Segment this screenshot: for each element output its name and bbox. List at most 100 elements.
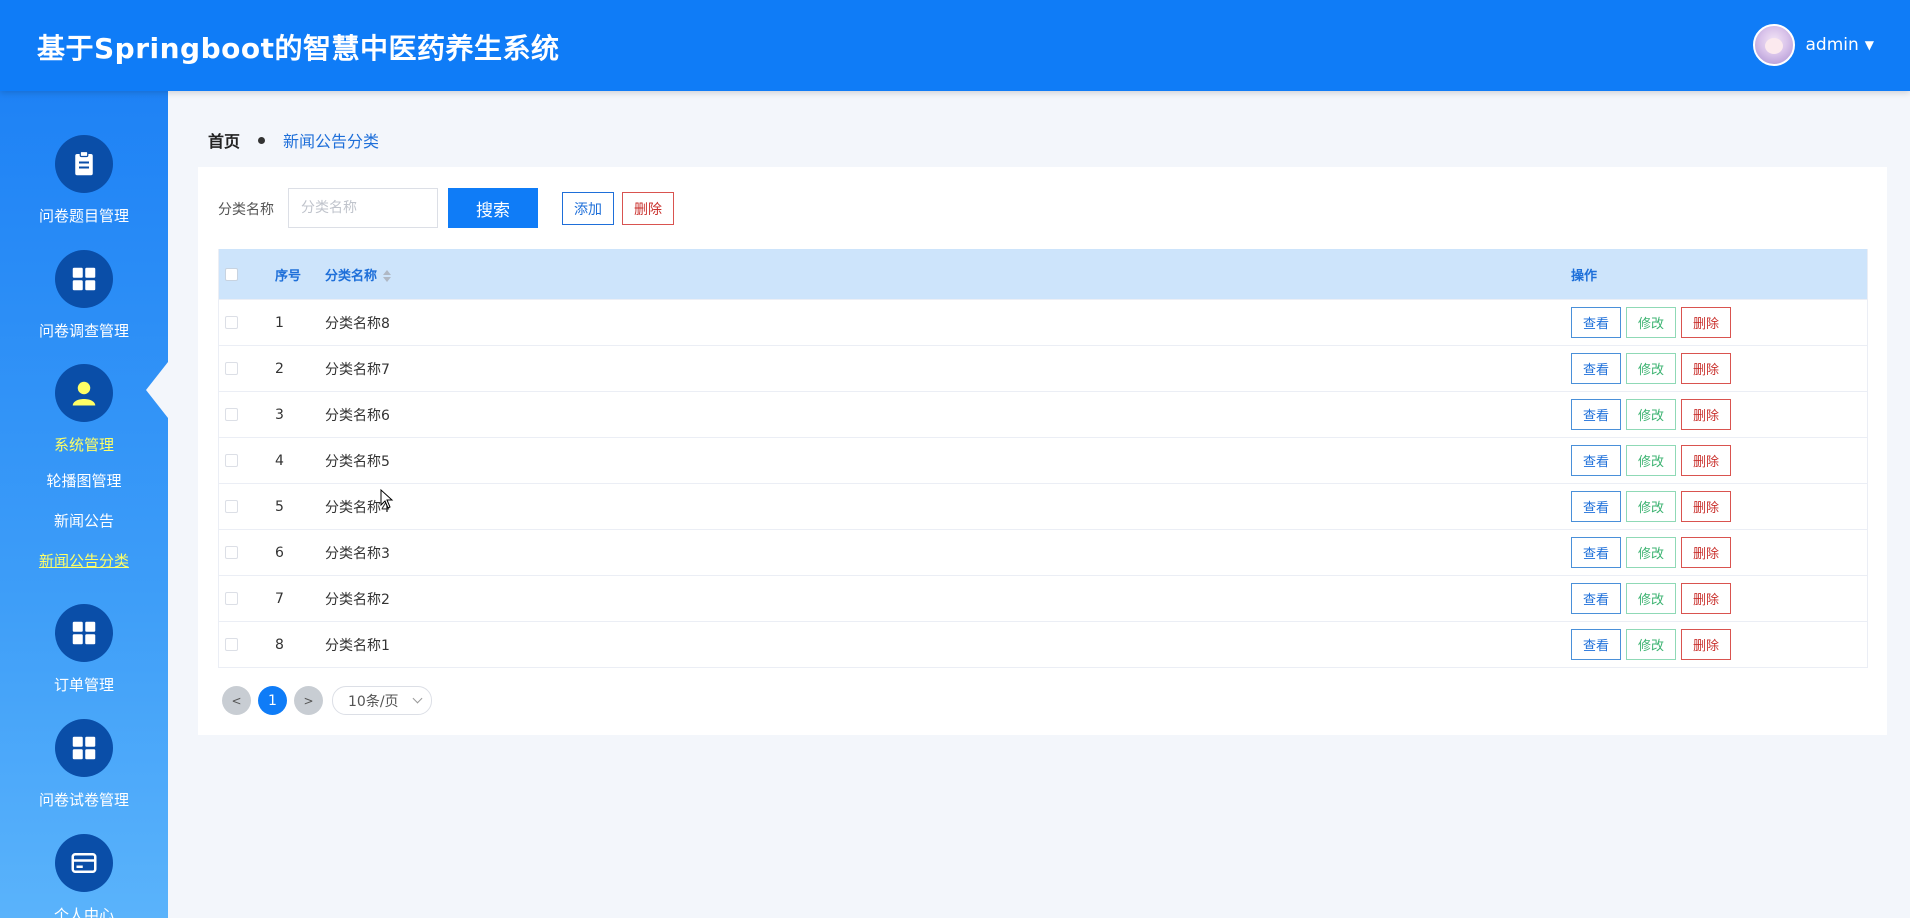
sort-icon[interactable] [383,270,392,282]
row-name: 分类名称8 [325,315,390,332]
row-checkbox[interactable] [225,316,238,329]
search-input[interactable] [288,188,438,228]
row-actions: 查看 修改 删除 [1571,583,1731,614]
delete-button[interactable]: 删除 [1681,629,1731,660]
row-checkbox[interactable] [225,592,238,605]
view-button[interactable]: 查看 [1571,629,1621,660]
sidebar-item-label: 问卷题目管理 [38,207,129,225]
row-checkbox[interactable] [225,408,238,421]
row-index: 8 [275,636,284,653]
row-index: 3 [275,406,284,423]
delete-button[interactable]: 删除 [1681,583,1731,614]
row-index: 5 [275,498,284,515]
search-label: 分类名称 [218,202,274,218]
row-checkbox[interactable] [225,500,238,513]
sidebar-item-label: 个人中心 [53,906,114,918]
edit-button[interactable]: 修改 [1626,537,1676,568]
delete-button[interactable]: 删除 [1681,537,1731,568]
delete-button[interactable]: 删除 [1681,399,1731,430]
row-actions: 查看 修改 删除 [1571,307,1731,338]
table-row: 6 分类名称3 查看 修改 删除 [219,529,1867,575]
next-page-button[interactable]: > [294,686,323,715]
avatar[interactable] [1753,24,1796,66]
sidebar-subitem-news[interactable]: 新闻公告 [0,510,168,531]
sidebar-subitem-news-category[interactable]: 新闻公告分类 [0,550,168,571]
top-header: 基于Springboot的智慧中医药养生系统 admin ▼ [0,0,1910,91]
page-number-button[interactable]: 1 [258,686,287,715]
grid-icon [55,250,113,308]
row-index: 6 [275,544,284,561]
sidebar-item-label: 订单管理 [53,676,114,694]
delete-button[interactable]: 删除 [1681,445,1731,476]
view-button[interactable]: 查看 [1571,445,1621,476]
row-checkbox[interactable] [225,546,238,559]
delete-button[interactable]: 删除 [1681,307,1731,338]
breadcrumb-separator [258,136,266,144]
view-button[interactable]: 查看 [1571,307,1621,338]
caret-down-icon[interactable]: ▼ [1865,38,1874,52]
edit-button[interactable]: 修改 [1626,491,1676,522]
header-name-label: 分类名称 [325,268,378,284]
row-index: 4 [275,452,284,469]
breadcrumb-current: 新闻公告分类 [283,132,380,151]
user-menu[interactable]: admin ▼ [1753,24,1874,66]
view-button[interactable]: 查看 [1571,491,1621,522]
search-button[interactable]: 搜索 [448,188,538,228]
page-size-label: 10条/页 [348,693,399,710]
sidebar: 问卷题目管理 问卷调查管理 系统管理 轮播图管理 新闻公告 新闻公告分类 订单管… [0,91,168,918]
row-checkbox[interactable] [225,638,238,651]
sidebar-item-questionnaire-topics[interactable]: 问卷题目管理 [0,135,168,226]
row-actions: 查看 修改 删除 [1571,629,1731,660]
table-row: 8 分类名称1 查看 修改 删除 [219,621,1867,667]
grid-icon [55,604,113,662]
pagination: < 1 > 10条/页 [222,686,432,715]
sidebar-item-orders[interactable]: 订单管理 [0,604,168,695]
row-index: 2 [275,360,284,377]
row-checkbox[interactable] [225,454,238,467]
sidebar-item-exam-papers[interactable]: 问卷试卷管理 [0,719,168,810]
row-name: 分类名称2 [325,591,390,608]
view-button[interactable]: 查看 [1571,537,1621,568]
table-row: 3 分类名称6 查看 修改 删除 [219,391,1867,437]
prev-page-button[interactable]: < [222,686,251,715]
row-actions: 查看 修改 删除 [1571,491,1731,522]
sidebar-item-system-management[interactable]: 系统管理 [0,364,168,455]
header-name[interactable]: 分类名称 [325,265,392,284]
view-button[interactable]: 查看 [1571,583,1621,614]
edit-button[interactable]: 修改 [1626,445,1676,476]
view-button[interactable]: 查看 [1571,353,1621,384]
batch-delete-button[interactable]: 删除 [622,192,674,225]
row-name: 分类名称6 [325,407,390,424]
select-all-checkbox[interactable] [225,267,238,281]
table-header: 序号 分类名称 操作 [219,249,1867,299]
chevron-down-icon [412,693,423,704]
row-actions: 查看 修改 删除 [1571,399,1731,430]
table-row: 1 分类名称8 查看 修改 删除 [219,299,1867,345]
row-checkbox[interactable] [225,362,238,375]
app-title: 基于Springboot的智慧中医药养生系统 [37,32,560,65]
edit-button[interactable]: 修改 [1626,583,1676,614]
user-icon [55,364,113,422]
edit-button[interactable]: 修改 [1626,629,1676,660]
table-body: 1 分类名称8 查看 修改 删除 2 分类名称7 查看 修改 删除 3 分类名称6 查看 修改 删除 4 分类名… [219,299,1867,667]
table-row: 7 分类名称2 查看 修改 删除 [219,575,1867,621]
sidebar-item-personal-center[interactable]: 个人中心 [0,834,168,918]
grid-icon [55,719,113,777]
sidebar-subitem-carousel[interactable]: 轮播图管理 [0,470,168,491]
active-indicator [146,362,168,418]
edit-button[interactable]: 修改 [1626,399,1676,430]
delete-button[interactable]: 删除 [1681,353,1731,384]
page-size-select[interactable]: 10条/页 [332,686,432,715]
username-label[interactable]: admin [1805,35,1858,55]
sidebar-item-questionnaire-survey[interactable]: 问卷调查管理 [0,250,168,341]
content-panel: 分类名称 搜索 添加 删除 序号 分类名称 操作 1分类名称8查看修改删除2分类… [198,167,1887,735]
view-button[interactable]: 查看 [1571,399,1621,430]
sidebar-item-label: 问卷试卷管理 [38,791,129,809]
delete-button[interactable]: 删除 [1681,491,1731,522]
edit-button[interactable]: 修改 [1626,307,1676,338]
edit-button[interactable]: 修改 [1626,353,1676,384]
add-button[interactable]: 添加 [562,192,614,225]
breadcrumb-home[interactable]: 首页 [208,128,240,152]
header-operations: 操作 [1571,268,1598,284]
sidebar-item-label: 问卷调查管理 [38,322,129,340]
